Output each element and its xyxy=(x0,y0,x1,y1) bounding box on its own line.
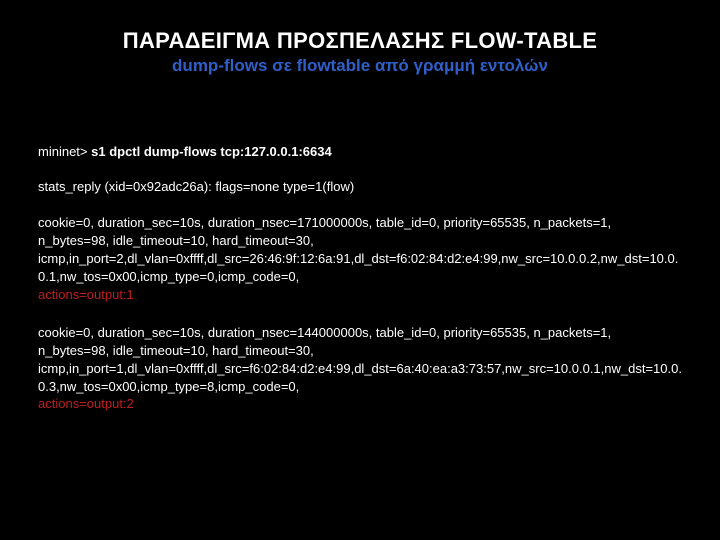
flow-body: cookie=0, duration_sec=10s, duration_nse… xyxy=(38,215,678,284)
content-area: mininet> s1 dpctl dump-flows tcp:127.0.0… xyxy=(36,144,684,413)
flow-entry: cookie=0, duration_sec=10s, duration_nse… xyxy=(38,324,682,414)
flow-actions: actions=output:2 xyxy=(38,396,134,411)
slide: ΠΑΡΑΔΕΙΓΜΑ ΠΡΟΣΠΕΛΑΣΗΣ FLOW-TABLE dump-f… xyxy=(0,0,720,540)
slide-title: ΠΑΡΑΔΕΙΓΜΑ ΠΡΟΣΠΕΛΑΣΗΣ FLOW-TABLE xyxy=(36,28,684,54)
shell-prompt: mininet> xyxy=(38,144,91,159)
flow-actions: actions=output:1 xyxy=(38,287,134,302)
flow-entry: cookie=0, duration_sec=10s, duration_nse… xyxy=(38,214,682,304)
command-line: mininet> s1 dpctl dump-flows tcp:127.0.0… xyxy=(38,144,682,159)
flow-body: cookie=0, duration_sec=10s, duration_nse… xyxy=(38,325,682,394)
command-text: s1 dpctl dump-flows tcp:127.0.0.1:6634 xyxy=(91,144,332,159)
slide-subtitle: dump-flows σε flowtable από γραμμή εντολ… xyxy=(36,56,684,76)
stats-reply-line: stats_reply (xid=0x92adc26a): flags=none… xyxy=(38,179,682,194)
